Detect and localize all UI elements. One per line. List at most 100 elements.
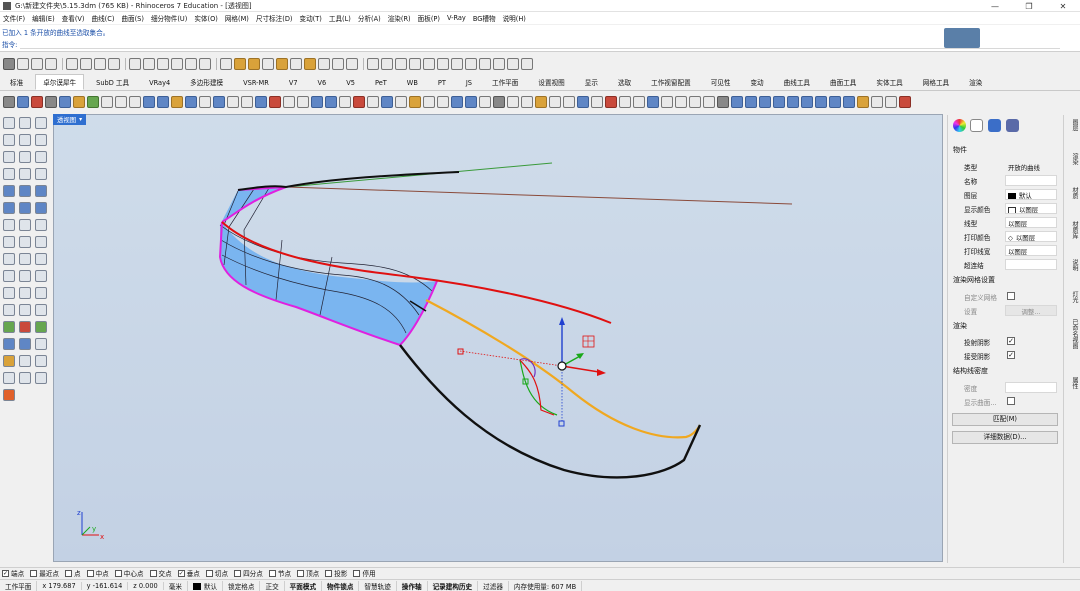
sphere-tool-icon[interactable] bbox=[19, 202, 31, 214]
tool-icon[interactable] bbox=[521, 96, 533, 108]
zoom-window-icon[interactable] bbox=[171, 58, 183, 70]
box-tool-icon[interactable] bbox=[3, 202, 15, 214]
gumball-center[interactable] bbox=[557, 361, 567, 371]
arc-tool-icon[interactable] bbox=[3, 168, 15, 180]
new-file-icon[interactable] bbox=[3, 58, 15, 70]
loft-tool-icon[interactable] bbox=[19, 185, 31, 197]
grid-icon[interactable] bbox=[318, 58, 330, 70]
osnap-knot-checkbox[interactable] bbox=[268, 569, 276, 577]
menu-transform[interactable]: 变动(T) bbox=[299, 13, 321, 23]
layer-icon[interactable] bbox=[262, 58, 274, 70]
side-tab-named-views[interactable]: 已命名视图 bbox=[1066, 319, 1079, 349]
tool-icon[interactable] bbox=[87, 96, 99, 108]
tool-icon[interactable] bbox=[815, 96, 827, 108]
status-cplane[interactable]: 工作平面 bbox=[0, 580, 38, 591]
tool-icon[interactable] bbox=[241, 96, 253, 108]
brown-reference-line[interactable] bbox=[286, 186, 793, 205]
menu-vray[interactable]: V-Ray bbox=[447, 14, 466, 22]
gumball-plane-handle[interactable] bbox=[582, 335, 595, 348]
status-osnap[interactable]: 物件锁点 bbox=[322, 580, 360, 591]
tool-icon[interactable] bbox=[717, 96, 729, 108]
tool-icon[interactable] bbox=[31, 96, 43, 108]
tab-zhuoer[interactable]: 卓尔谟犀牛 bbox=[35, 74, 85, 90]
camera-icon[interactable] bbox=[409, 58, 421, 70]
object-props-icon[interactable] bbox=[988, 119, 1001, 132]
tool-icon[interactable] bbox=[381, 96, 393, 108]
side-tab-material-library[interactable]: 材质库 bbox=[1066, 221, 1079, 239]
tab-render[interactable]: 渲染 bbox=[961, 74, 990, 90]
osnap-point[interactable]: 点 bbox=[64, 568, 81, 578]
curve-tool-icon[interactable] bbox=[35, 134, 47, 146]
osnap-mid[interactable]: 中点 bbox=[86, 568, 109, 578]
tool-icon[interactable] bbox=[563, 96, 575, 108]
split-tool-icon[interactable] bbox=[3, 304, 15, 316]
menu-view[interactable]: 查看(V) bbox=[62, 13, 85, 23]
history-icon[interactable] bbox=[423, 58, 435, 70]
distance-tool-icon[interactable] bbox=[19, 321, 31, 333]
tool-icon[interactable] bbox=[199, 96, 211, 108]
osnap-perp-checkbox[interactable]: ✓ bbox=[177, 569, 185, 577]
polygon-tool-icon[interactable] bbox=[19, 151, 31, 163]
prop-name-field[interactable] bbox=[1005, 175, 1057, 186]
paste-icon[interactable] bbox=[94, 58, 106, 70]
group-icon[interactable] bbox=[521, 58, 533, 70]
ellipse-tool-icon[interactable] bbox=[19, 168, 31, 180]
command-input[interactable] bbox=[20, 48, 1060, 49]
tab-mesh-tools[interactable]: 网格工具 bbox=[915, 74, 957, 90]
chevron-down-icon[interactable]: ▾ bbox=[79, 116, 82, 123]
block-icon[interactable] bbox=[507, 58, 519, 70]
osnap-end[interactable]: ✓ 端点 bbox=[2, 568, 24, 578]
tool-icon[interactable] bbox=[17, 96, 29, 108]
osnap-intersection-checkbox[interactable] bbox=[149, 569, 157, 577]
lock-icon[interactable] bbox=[346, 58, 358, 70]
osnap-end-checkbox[interactable]: ✓ bbox=[2, 569, 9, 577]
menu-help[interactable]: 说明(H) bbox=[503, 13, 526, 23]
gumball-bottom-point[interactable] bbox=[558, 420, 565, 427]
osnap-near[interactable]: 最近点 bbox=[30, 568, 59, 578]
osnap-near-checkbox[interactable] bbox=[30, 569, 38, 577]
tool-icon[interactable] bbox=[535, 96, 547, 108]
copy-icon[interactable] bbox=[80, 58, 92, 70]
tool-icon[interactable] bbox=[423, 96, 435, 108]
osnap-mid-checkbox[interactable] bbox=[86, 569, 94, 577]
osnap-project[interactable]: 投影 bbox=[325, 568, 347, 578]
menu-panels[interactable]: 面板(P) bbox=[418, 13, 440, 23]
rectangle-tool-icon[interactable] bbox=[3, 151, 15, 163]
select-tool-icon[interactable] bbox=[3, 117, 15, 129]
move-tool-icon[interactable] bbox=[3, 253, 15, 265]
cylinder-tool-icon[interactable] bbox=[35, 202, 47, 214]
cplane-icon[interactable] bbox=[234, 58, 246, 70]
minimize-icon[interactable]: — bbox=[978, 0, 1012, 12]
tool-icon[interactable] bbox=[731, 96, 743, 108]
green-curvature-curve[interactable] bbox=[519, 359, 558, 416]
tool-icon[interactable] bbox=[59, 96, 71, 108]
osnap-disable-checkbox[interactable] bbox=[353, 569, 361, 577]
tool-icon[interactable] bbox=[885, 96, 897, 108]
tab-select[interactable]: 选取 bbox=[610, 74, 639, 90]
mesh-tool-icon[interactable] bbox=[19, 219, 31, 231]
tab-visibility[interactable]: 可见性 bbox=[703, 74, 739, 90]
menu-curve[interactable]: 曲线(C) bbox=[91, 13, 114, 23]
tool-icon[interactable] bbox=[549, 96, 561, 108]
tab-pt[interactable]: PT bbox=[430, 76, 454, 90]
menu-edit[interactable]: 编辑(E) bbox=[32, 13, 55, 23]
mirror-tool-icon[interactable] bbox=[19, 270, 31, 282]
render-tool-icon[interactable] bbox=[35, 219, 47, 231]
viewport-canvas[interactable]: z y x bbox=[54, 115, 943, 562]
tool-icon[interactable] bbox=[479, 96, 491, 108]
tool-icon[interactable] bbox=[507, 96, 519, 108]
material-icon[interactable] bbox=[395, 58, 407, 70]
zoom-icon[interactable] bbox=[157, 58, 169, 70]
osnap-icon[interactable] bbox=[290, 58, 302, 70]
tool-icon[interactable] bbox=[689, 96, 701, 108]
tool-icon[interactable] bbox=[395, 96, 407, 108]
tab-subd[interactable]: SubD 工具 bbox=[88, 74, 137, 90]
tool-icon[interactable] bbox=[409, 96, 421, 108]
boolean-tool-icon[interactable] bbox=[3, 219, 15, 231]
osnap-project-checkbox[interactable] bbox=[325, 569, 333, 577]
point-tool-icon[interactable] bbox=[19, 117, 31, 129]
tool-icon[interactable] bbox=[577, 96, 589, 108]
tab-v7[interactable]: V7 bbox=[281, 76, 306, 90]
receive-shadow-checkbox[interactable]: ✓ bbox=[1007, 351, 1015, 359]
dimension-icon[interactable] bbox=[479, 58, 491, 70]
